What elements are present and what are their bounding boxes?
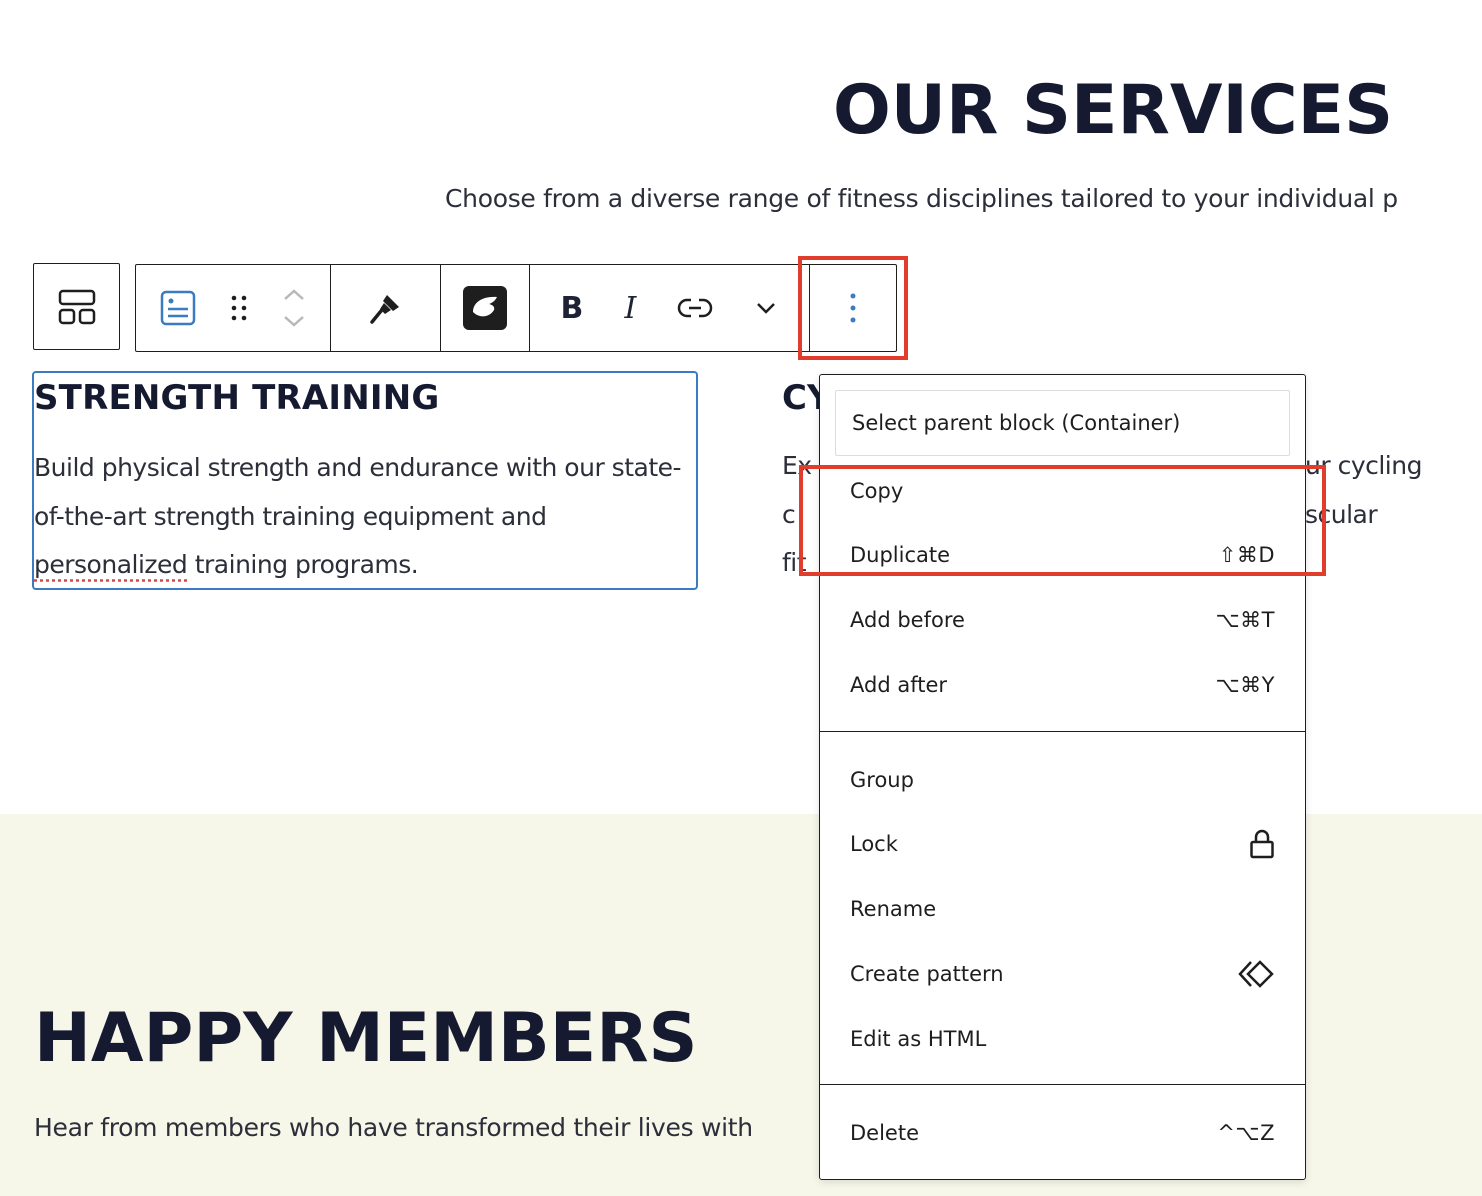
toolbar-group-plugin (441, 265, 530, 351)
block-type-button[interactable] (159, 265, 197, 351)
more-rich-text-button[interactable] (754, 265, 778, 351)
misspelled-word: personalized (34, 550, 188, 579)
group-label: Group (850, 768, 914, 792)
highlight-options-button (798, 256, 908, 360)
rename-label: Rename (850, 897, 937, 921)
plugin-button[interactable] (463, 265, 507, 351)
edit-html-menu-item[interactable]: Edit as HTML (820, 1011, 1305, 1067)
menu-divider (820, 731, 1305, 732)
drag-handle-icon (231, 295, 247, 321)
services-title: OUR SERVICES (833, 71, 1394, 150)
delete-label: Delete (850, 1121, 919, 1145)
rename-menu-item[interactable]: Rename (820, 881, 1305, 937)
edit-html-label: Edit as HTML (850, 1027, 987, 1051)
add-before-shortcut: ⌥⌘T (1215, 608, 1275, 632)
group-menu-item[interactable]: Group (820, 752, 1305, 808)
pattern-icon (1238, 960, 1274, 988)
delete-menu-item[interactable]: Delete ^⌥Z (820, 1105, 1305, 1161)
toolbar-group-block (136, 265, 331, 351)
move-up-down-button[interactable] (281, 265, 307, 351)
add-before-label: Add before (850, 608, 965, 632)
strength-text-part: training programs. (187, 550, 419, 579)
services-subtitle: Choose from a diverse range of fitness d… (445, 184, 1398, 213)
add-before-menu-item[interactable]: Add before ⌥⌘T (820, 592, 1305, 648)
link-button[interactable] (677, 265, 713, 351)
lock-label: Lock (850, 832, 898, 856)
link-icon (678, 298, 713, 318)
style-button[interactable] (367, 265, 405, 351)
menu-divider (820, 1084, 1305, 1085)
members-title: HAPPY MEMBERS (34, 999, 698, 1078)
toolbar-group-style (331, 265, 441, 351)
add-after-label: Add after (850, 673, 948, 697)
lock-icon (1250, 829, 1274, 859)
block-toolbar: B I (135, 264, 897, 352)
add-after-shortcut: ⌥⌘Y (1215, 673, 1275, 697)
toolbar-group-format: B I (530, 265, 810, 351)
move-up-down-icon (283, 289, 304, 327)
strength-title[interactable]: STRENGTH TRAINING (34, 378, 440, 418)
delete-shortcut: ^⌥Z (1217, 1121, 1275, 1145)
highlight-copy-duplicate (799, 465, 1326, 576)
plugin-leaf-icon (463, 286, 507, 330)
parent-container-icon (58, 289, 95, 324)
create-pattern-menu-item[interactable]: Create pattern (820, 946, 1305, 1002)
chevron-down-icon (757, 303, 776, 314)
paintbrush-icon (369, 295, 399, 324)
italic-button[interactable]: I (624, 265, 636, 351)
block-card-icon (161, 290, 196, 326)
select-parent-button[interactable] (33, 263, 120, 350)
members-subtitle: Hear from members who have transformed t… (34, 1113, 753, 1142)
add-after-menu-item[interactable]: Add after ⌥⌘Y (820, 657, 1305, 713)
strength-text-part: Build physical strength and endurance wi… (34, 453, 682, 531)
lock-menu-item[interactable]: Lock (820, 816, 1305, 872)
drag-handle-button[interactable] (228, 265, 250, 351)
select-parent-menu-item[interactable]: Select parent block (Container) (835, 390, 1290, 456)
bold-button[interactable]: B (561, 265, 584, 351)
strength-text[interactable]: Build physical strength and endurance wi… (34, 444, 694, 590)
create-pattern-label: Create pattern (850, 962, 1004, 986)
